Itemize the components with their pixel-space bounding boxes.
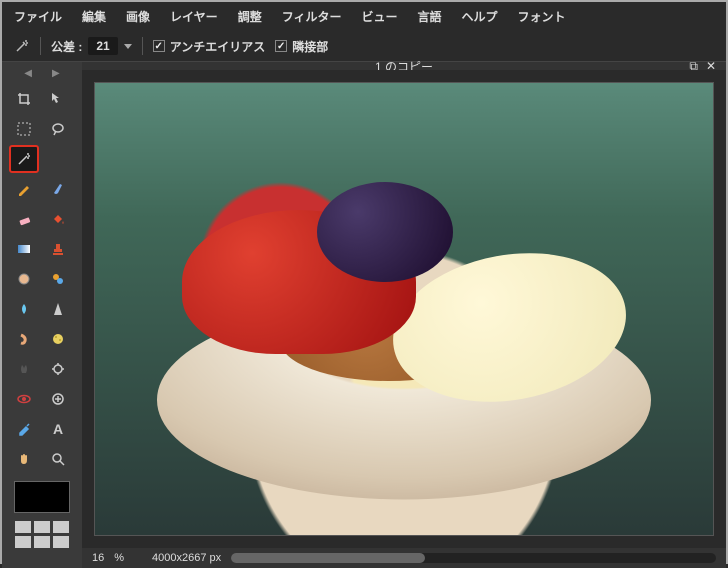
horizontal-scrollbar[interactable] [231,553,716,563]
bucket-icon[interactable] [45,207,71,231]
pinch-icon[interactable] [45,387,71,411]
check-icon: ✓ [275,40,287,52]
menu-item[interactable]: フィルター [282,8,342,25]
tolerance-value[interactable]: 21 [88,37,117,55]
menu-item[interactable]: 編集 [82,8,106,25]
dodge-icon[interactable] [45,357,71,381]
panel-collapse-arrows[interactable]: ◀ ▶ [24,68,59,79]
zoom-icon[interactable] [45,447,71,471]
heal-icon[interactable] [11,267,37,291]
menu-item[interactable]: ファイル [14,8,62,25]
menu-item[interactable]: ヘルプ [462,8,498,25]
eraser-icon[interactable] [11,207,37,231]
sharpen-icon[interactable] [45,297,71,321]
replace-icon[interactable] [45,267,71,291]
move-icon[interactable] [45,87,71,111]
foreground-color-swatch[interactable] [14,481,70,513]
zoom-value[interactable]: 16 [92,552,104,564]
menu-item[interactable]: 調整 [238,8,262,25]
tool-panel: ◀ ▶ A [2,62,82,568]
burn-icon[interactable] [11,357,37,381]
smudge-icon[interactable] [11,327,37,351]
wand-icon[interactable] [9,145,39,173]
tolerance-label: 公差 : [51,38,82,55]
tool-options-bar: 公差 : 21 ✓ アンチエイリアス ✓ 隣接部 [2,31,726,62]
canvas-titlebar: 1 のコピー ⧉ ✕ [82,62,726,70]
zoom-unit: % [114,552,124,564]
svg-text:A: A [53,421,63,437]
menu-bar: ファイル 編集 画像 レイヤー 調整 フィルター ビュー 言語 ヘルプ フォント [2,2,726,31]
canvas-dimensions: 4000x2667 px [152,552,221,564]
menu-item[interactable]: 画像 [126,8,150,25]
brush-icon[interactable] [45,177,71,201]
hand-icon[interactable] [11,447,37,471]
check-icon: ✓ [153,40,165,52]
antialias-checkbox[interactable]: ✓ アンチエイリアス [153,38,266,55]
type-icon[interactable]: A [45,417,71,441]
antialias-label: アンチエイリアス [170,38,266,55]
separator [142,37,143,55]
gradient-icon[interactable] [11,237,37,261]
sponge-icon[interactable] [45,327,71,351]
tolerance-control[interactable]: 公差 : 21 [51,37,132,55]
status-bar: 16 % 4000x2667 px [82,548,726,568]
pencil-icon[interactable] [11,177,37,201]
canvas-viewport[interactable] [82,70,726,548]
chevron-down-icon[interactable] [124,44,132,49]
canvas-image[interactable] [94,82,714,536]
menu-item[interactable]: 言語 [417,8,441,25]
contiguous-label: 隣接部 [292,38,328,55]
crop-icon[interactable] [11,87,37,111]
blur-icon[interactable] [11,297,37,321]
menu-item[interactable]: フォント [518,8,566,25]
stamp-icon[interactable] [45,237,71,261]
contiguous-checkbox[interactable]: ✓ 隣接部 [275,38,328,55]
swatch-grid[interactable] [15,521,69,548]
marquee-icon[interactable] [11,117,37,141]
menu-item[interactable]: レイヤー [170,8,218,25]
redeye-icon[interactable] [11,387,37,411]
menu-item[interactable]: ビュー [361,8,397,25]
separator [40,37,41,55]
arrow-left-icon[interactable]: ◀ [24,68,32,79]
wand-icon [14,38,30,54]
canvas-area: 1 のコピー ⧉ ✕ 16 % 4000x2667 px [82,62,726,568]
empty [45,147,71,171]
lasso-icon[interactable] [45,117,71,141]
arrow-right-icon[interactable]: ▶ [52,68,60,79]
eyedropper-icon[interactable] [11,417,37,441]
